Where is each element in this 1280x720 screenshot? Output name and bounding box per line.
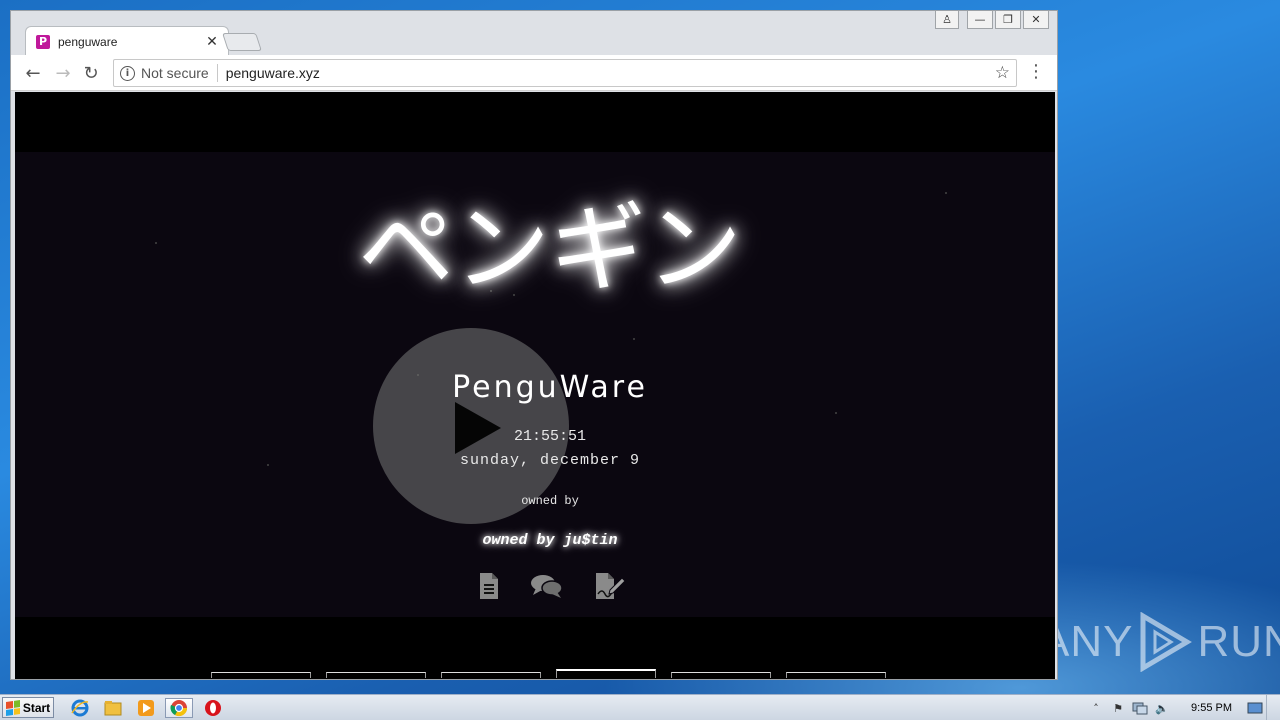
notification-icon[interactable] — [1244, 699, 1266, 717]
bookmark-star-icon[interactable]: ☆ — [995, 63, 1010, 83]
opera-icon[interactable] — [199, 698, 227, 718]
page-nav-tab[interactable] — [441, 672, 541, 678]
document-icon[interactable] — [478, 572, 500, 600]
background-dot — [155, 242, 157, 244]
window-controls: ♙ — ❐ ✕ — [935, 11, 1049, 29]
address-bar[interactable]: i Not secure penguware.xyz ☆ — [113, 59, 1017, 87]
url-text[interactable]: penguware.xyz — [226, 65, 995, 81]
media-player-icon[interactable] — [132, 698, 160, 718]
windows-logo-icon — [5, 699, 20, 716]
network-icon[interactable] — [1129, 699, 1151, 717]
page-nav-tab[interactable] — [786, 672, 886, 678]
show-hidden-icons-icon[interactable]: ˄ — [1085, 699, 1107, 717]
close-window-button[interactable]: ✕ — [1023, 11, 1049, 29]
owned-by-label: owned by — [521, 494, 579, 508]
page-nav-tab[interactable] — [211, 672, 311, 678]
new-tab-button[interactable] — [222, 33, 262, 51]
browser-window: ♙ — ❐ ✕ P penguware ✕ ← → ↻ i Not secure… — [10, 10, 1058, 680]
system-tray: ˄ ⚑ 🔈 9:55 PM — [1085, 695, 1280, 720]
page-background: ペンギン PenguWare 21:55:51 sunday, december… — [15, 152, 1055, 678]
back-icon[interactable]: ← — [21, 61, 45, 85]
tab-close-icon[interactable]: ✕ — [204, 34, 220, 50]
chrome-taskbar-icon[interactable] — [165, 698, 193, 718]
page-nav-tab[interactable] — [326, 672, 426, 678]
page-nav-tab-active[interactable] — [556, 669, 656, 678]
start-label: Start — [22, 700, 51, 715]
browser-toolbar: ← → ↻ i Not secure penguware.xyz ☆ ⋮ — [11, 55, 1057, 91]
profile-icon[interactable]: ♙ — [935, 11, 959, 29]
owner-text: owned by ju$tin — [482, 532, 618, 549]
signature-icon[interactable] — [594, 572, 626, 600]
maximize-button[interactable]: ❐ — [995, 11, 1021, 29]
chat-icon[interactable] — [530, 573, 564, 599]
page-nav-tabs — [211, 669, 886, 678]
action-icons — [478, 572, 626, 600]
file-explorer-icon[interactable] — [99, 698, 127, 718]
watermark-text-right: RUN — [1197, 617, 1280, 666]
start-button[interactable]: Start — [2, 697, 54, 718]
play-logo-icon — [1140, 612, 1193, 672]
minimize-button[interactable]: — — [967, 11, 993, 29]
taskbar-clock[interactable]: 9:55 PM — [1191, 702, 1232, 714]
volume-icon[interactable]: 🔈 — [1151, 699, 1173, 717]
clock-text: 21:55:51 — [513, 428, 586, 445]
browser-tab[interactable]: P penguware ✕ — [25, 26, 229, 56]
katakana-title: ペンギン — [358, 193, 742, 305]
taskbar: Start ˄ ⚑ 🔈 9:55 PM — [0, 694, 1280, 720]
page-nav-tab[interactable] — [671, 672, 771, 678]
omnibox-divider — [216, 64, 218, 82]
tab-title: penguware — [58, 34, 118, 49]
show-desktop-button[interactable] — [1266, 695, 1280, 720]
reload-icon[interactable]: ↻ — [79, 61, 103, 85]
browser-menu-icon[interactable]: ⋮ — [1027, 61, 1045, 82]
date-text: sunday, december 9 — [459, 452, 641, 469]
background-dot — [835, 412, 837, 414]
anyrun-watermark: ANY RUN — [1040, 610, 1280, 674]
page-viewport: ペンギン PenguWare 21:55:51 sunday, december… — [15, 92, 1055, 679]
action-center-flag-icon[interactable]: ⚑ — [1107, 699, 1129, 717]
security-label[interactable]: Not secure — [141, 65, 209, 81]
tab-favicon-icon: P — [36, 34, 50, 49]
brand-title: PenguWare — [452, 370, 648, 405]
background-dot — [633, 338, 635, 340]
forward-icon[interactable]: → — [51, 61, 75, 85]
internet-explorer-icon[interactable] — [66, 698, 94, 718]
background-dot — [945, 192, 947, 194]
info-icon[interactable]: i — [120, 65, 135, 81]
